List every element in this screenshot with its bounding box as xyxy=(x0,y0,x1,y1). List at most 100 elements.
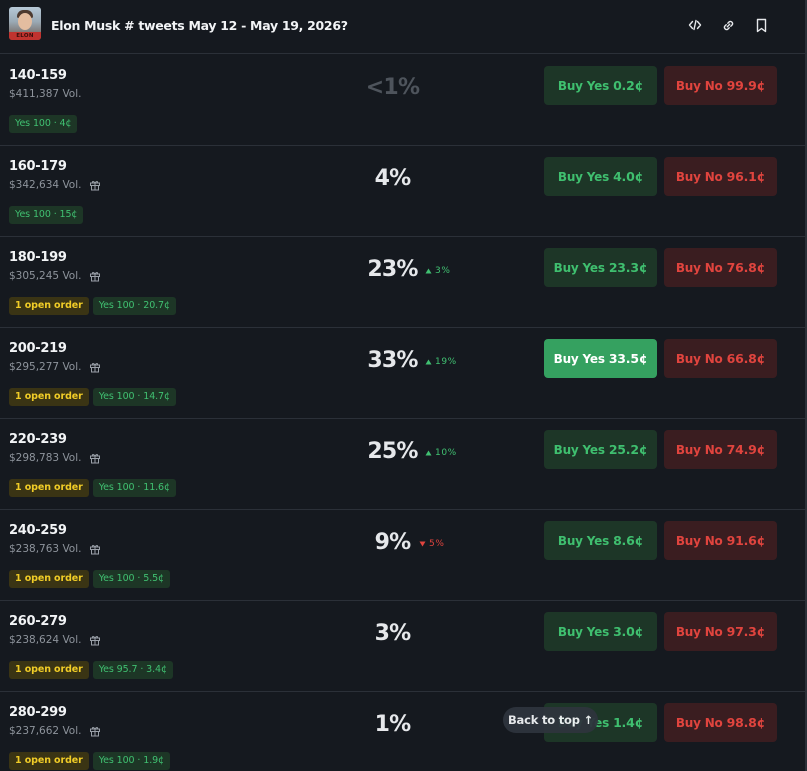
open-order-badge[interactable]: 1 open order xyxy=(9,297,89,315)
probability-change-value: 3% xyxy=(435,266,451,276)
outcome-row[interactable]: 160-179 $342,634 Vol. Yes 100 · 15¢ 4% Buy Y… xyxy=(0,146,805,237)
buy-yes-label: Buy Yes xyxy=(553,442,605,457)
buy-no-price: 98.8¢ xyxy=(726,715,766,730)
outcome-probability: 3% xyxy=(374,620,412,646)
copy-link-button[interactable] xyxy=(717,14,739,36)
open-order-badge[interactable]: 1 open order xyxy=(9,479,89,497)
position-badge[interactable]: Yes 100 · 4¢ xyxy=(9,115,78,133)
outcome-probability: 4% xyxy=(374,165,412,191)
market-header: ELON Elon Musk # tweets May 12 - May 19,… xyxy=(0,0,805,54)
outcome-tags: 1 open order Yes 100 · 11.6¢ xyxy=(9,479,176,497)
outcome-volume-line: $237,662 Vol. xyxy=(9,725,101,737)
buy-yes-label: Buy Yes xyxy=(557,78,610,93)
outcome-tags: 1 open order Yes 100 · 20.7¢ xyxy=(9,297,176,315)
buy-no-button[interactable]: Buy No 97.3¢ xyxy=(664,612,777,651)
outcome-row[interactable]: 220-239 $298,783 Vol. 1 open order Yes 100 … xyxy=(0,419,805,510)
gift-icon[interactable] xyxy=(89,634,101,646)
open-order-badge[interactable]: 1 open order xyxy=(9,752,89,770)
outcome-probability: 9% xyxy=(374,529,412,555)
gift-icon[interactable] xyxy=(89,452,101,464)
avatar-badge: ELON xyxy=(9,32,41,40)
buy-no-button[interactable]: Buy No 66.8¢ xyxy=(664,339,777,378)
outcome-row[interactable]: 140-159 $411,387 Vol. Yes 100 · 4¢ <1% Buy Y… xyxy=(0,55,805,146)
buy-no-button[interactable]: Buy No 74.9¢ xyxy=(664,430,777,469)
probability-change: 10% xyxy=(425,448,457,458)
open-order-badge[interactable]: 1 open order xyxy=(9,570,89,588)
avatar-badge-text: ELON xyxy=(16,33,34,39)
buy-yes-button[interactable]: Buy Yes 3.0¢ xyxy=(544,612,657,651)
outcome-range: 200-219 xyxy=(9,341,67,356)
position-badge[interactable]: Yes 100 · 1.9¢ xyxy=(92,752,171,770)
market-page: ELON Elon Musk # tweets May 12 - May 19,… xyxy=(0,0,807,771)
buy-yes-button[interactable]: Buy Yes 33.5¢ xyxy=(544,339,657,378)
gift-icon[interactable] xyxy=(89,543,101,555)
buy-no-price: 76.8¢ xyxy=(726,260,766,275)
probability-change-value: 5% xyxy=(429,539,445,549)
outcome-volume: $305,245 Vol. xyxy=(9,270,82,282)
outcome-range: 240-259 xyxy=(9,523,67,538)
position-badge[interactable]: Yes 100 · 5.5¢ xyxy=(92,570,171,588)
buy-no-label: Buy No xyxy=(675,533,723,548)
outcome-volume-line: $238,763 Vol. xyxy=(9,543,101,555)
gift-icon[interactable] xyxy=(89,179,101,191)
buy-yes-button[interactable]: Buy Yes 25.2¢ xyxy=(544,430,657,469)
probability-change-value: 10% xyxy=(435,448,457,458)
position-badge[interactable]: Yes 100 · 20.7¢ xyxy=(92,297,176,315)
outcome-row[interactable]: 200-219 $295,277 Vol. 1 open order Yes 100 … xyxy=(0,328,805,419)
avatar-face xyxy=(18,13,32,30)
buy-yes-button[interactable]: Buy Yes 23.3¢ xyxy=(544,248,657,287)
outcome-probability-box: 1% xyxy=(340,709,445,739)
change-up-icon xyxy=(425,359,432,365)
outcome-probability-box: 3% xyxy=(340,618,445,648)
buy-yes-button[interactable]: Buy Yes 0.2¢ xyxy=(544,66,657,105)
buy-yes-button[interactable]: Buy Yes 8.6¢ xyxy=(544,521,657,560)
bookmark-button[interactable] xyxy=(750,14,772,36)
buy-no-button[interactable]: Buy No 98.8¢ xyxy=(664,703,777,742)
outcome-row[interactable]: 280-299 $237,662 Vol. 1 open order Yes 100 … xyxy=(0,692,805,771)
embed-icon xyxy=(688,19,702,31)
outcome-tags: Yes 100 · 4¢ xyxy=(9,115,78,133)
outcome-volume: $237,662 Vol. xyxy=(9,725,82,737)
embed-button[interactable] xyxy=(684,14,706,36)
market-title: Elon Musk # tweets May 12 - May 19, 2026… xyxy=(51,18,348,33)
buy-yes-button[interactable]: Buy Yes 4.0¢ xyxy=(544,157,657,196)
buy-yes-price: 8.6¢ xyxy=(613,533,644,548)
outcome-row[interactable]: 260-279 $238,624 Vol. 1 open order Yes 95.7… xyxy=(0,601,805,692)
link-icon xyxy=(723,20,733,30)
buy-no-button[interactable]: Buy No 96.1¢ xyxy=(664,157,777,196)
open-order-badge[interactable]: 1 open order xyxy=(9,661,89,679)
buy-no-price: 74.9¢ xyxy=(726,442,766,457)
probability-change: 5% xyxy=(419,539,444,549)
position-badge[interactable]: Yes 100 · 15¢ xyxy=(9,206,84,224)
outcome-row[interactable]: 180-199 $305,245 Vol. 1 open order Yes 100 … xyxy=(0,237,805,328)
position-badge[interactable]: Yes 100 · 14.7¢ xyxy=(92,388,176,406)
buy-yes-price: 0.2¢ xyxy=(613,78,644,93)
buy-no-button[interactable]: Buy No 91.6¢ xyxy=(664,521,777,560)
position-badge[interactable]: Yes 95.7 · 3.4¢ xyxy=(92,661,173,679)
outcome-probability-box: 4% xyxy=(340,163,445,193)
outcome-probability: 33% xyxy=(367,347,418,373)
outcome-probability: <1% xyxy=(365,74,420,100)
outcome-range: 160-179 xyxy=(9,159,67,174)
back-to-top-button[interactable]: Back to top ↑ xyxy=(503,707,598,733)
outcome-tags: 1 open order Yes 95.7 · 3.4¢ xyxy=(9,661,173,679)
buy-no-price: 66.8¢ xyxy=(726,351,766,366)
gift-icon[interactable] xyxy=(89,361,101,373)
gift-icon[interactable] xyxy=(89,725,101,737)
open-order-badge[interactable]: 1 open order xyxy=(9,388,89,406)
buy-no-button[interactable]: Buy No 76.8¢ xyxy=(664,248,777,287)
outcome-range: 180-199 xyxy=(9,250,67,265)
buy-no-button[interactable]: Buy No 99.9¢ xyxy=(664,66,777,105)
buy-yes-price: 1.4¢ xyxy=(613,715,644,730)
buy-yes-label: Buy Yes xyxy=(557,169,610,184)
change-down-icon xyxy=(419,541,426,547)
outcome-volume: $342,634 Vol. xyxy=(9,179,82,191)
buy-yes-price: 25.2¢ xyxy=(608,442,648,457)
position-badge[interactable]: Yes 100 · 11.6¢ xyxy=(92,479,176,497)
outcome-row[interactable]: 240-259 $238,763 Vol. 1 open order Yes 100 … xyxy=(0,510,805,601)
outcome-probability: 23% xyxy=(367,256,418,282)
gift-icon[interactable] xyxy=(89,270,101,282)
buy-no-label: Buy No xyxy=(675,624,723,639)
market-avatar: ELON xyxy=(9,7,41,40)
probability-change-value: 19% xyxy=(435,357,457,367)
